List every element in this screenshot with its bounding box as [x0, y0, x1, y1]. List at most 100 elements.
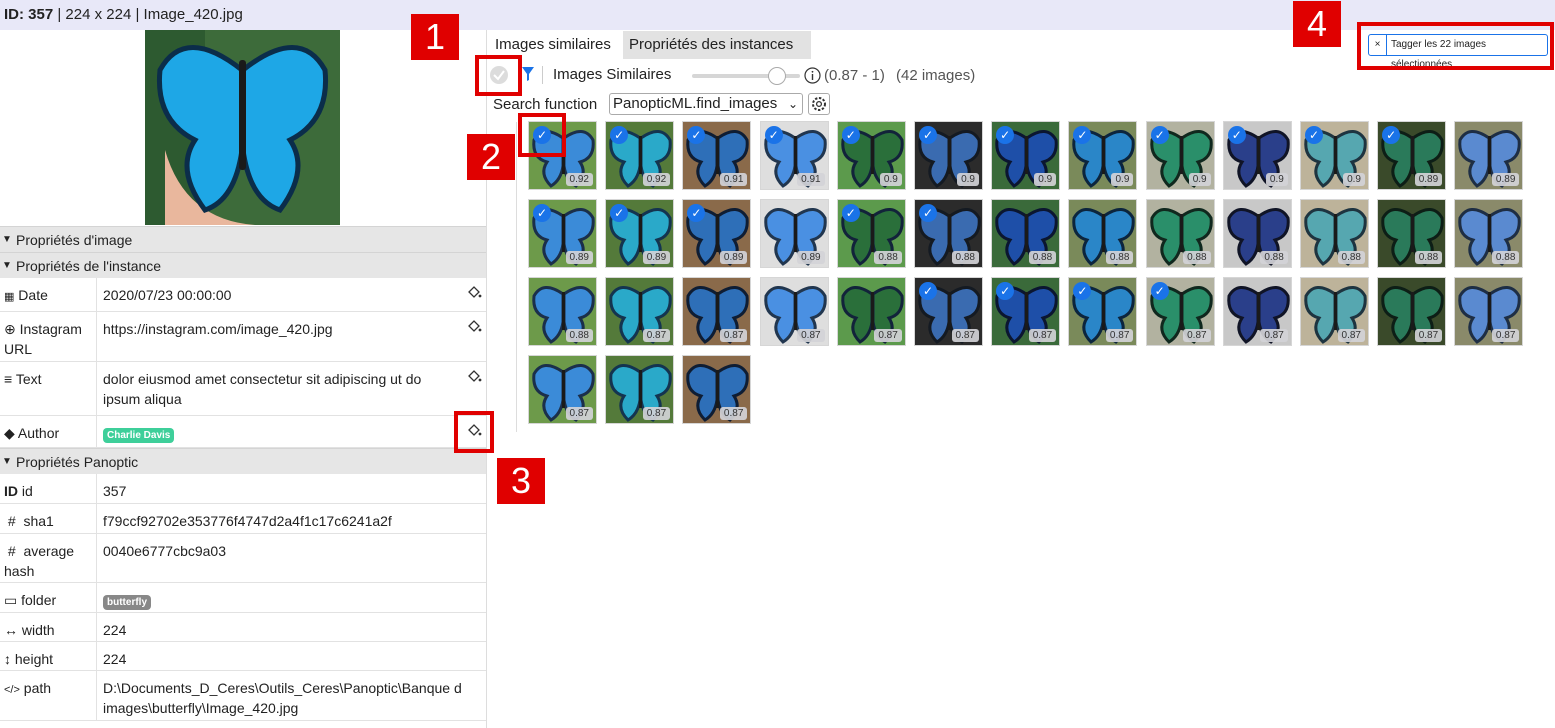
prop-row-author: ◆ Author Charlie Davis	[0, 416, 486, 448]
similarity-score: 0.87	[1260, 329, 1288, 342]
similar-image-thumbnail[interactable]: 0.88	[1145, 199, 1215, 268]
similar-image-thumbnail[interactable]: ✓ 0.87	[914, 277, 983, 346]
similarity-score: 0.9	[879, 173, 902, 186]
similar-image-thumbnail[interactable]: ✓ 0.9	[1222, 121, 1292, 190]
similar-image-thumbnail[interactable]: 0.87	[1222, 277, 1292, 346]
collapse-icon: ▼	[2, 456, 12, 467]
selected-check-icon[interactable]: ✓	[764, 126, 783, 144]
selected-check-icon[interactable]: ✓	[841, 204, 860, 222]
similar-image-thumbnail[interactable]: ✓ 0.92	[605, 121, 675, 190]
search-function-label: Search function	[493, 96, 598, 113]
similar-image-thumbnail[interactable]: ✓ 0.9	[1145, 121, 1215, 190]
similar-image-thumbnail[interactable]: 0.87	[682, 355, 752, 424]
image-count: (42 images)	[896, 67, 976, 84]
chevron-down-icon: ⌄	[787, 97, 798, 111]
similarity-score: 0.9	[1343, 173, 1365, 186]
selected-check-icon[interactable]: ✓	[1305, 126, 1323, 144]
instagram-url-value[interactable]: https://instagram.com/image_420.jpg	[96, 312, 462, 361]
prop-row-folder: ▭ folder butterfly	[0, 583, 486, 613]
similar-image-thumbnail[interactable]: 0.87	[1377, 277, 1447, 346]
similar-image-thumbnail[interactable]: 0.87	[836, 277, 906, 346]
similar-image-thumbnail[interactable]: 0.88	[1222, 199, 1292, 268]
similar-image-thumbnail[interactable]: ✓ 0.89	[528, 199, 597, 268]
paint-bucket-icon[interactable]	[466, 318, 482, 334]
selected-check-icon[interactable]: ✓	[919, 282, 937, 300]
similar-image-thumbnail[interactable]: ✓ 0.9	[1068, 121, 1138, 190]
similarity-score: 0.89	[1491, 173, 1520, 186]
selected-check-icon[interactable]: ✓	[919, 126, 937, 144]
similar-image-thumbnail[interactable]: 0.89	[1454, 121, 1524, 190]
paint-bucket-icon[interactable]	[466, 368, 482, 384]
similar-image-thumbnail[interactable]: 0.87	[605, 277, 675, 346]
tab-instance-props[interactable]: Propriétés des instances	[623, 31, 811, 59]
similar-image-thumbnail[interactable]: ✓ 0.9	[991, 121, 1061, 190]
similar-image-thumbnail[interactable]: 0.87	[682, 277, 752, 346]
similarity-score: 0.87	[719, 407, 748, 420]
settings-button[interactable]	[808, 93, 830, 115]
similar-image-thumbnail[interactable]: ✓ 0.91	[682, 121, 752, 190]
similar-image-thumbnail[interactable]: ✓ 0.9	[1300, 121, 1369, 190]
folder-tag[interactable]: butterfly	[103, 595, 151, 610]
similarity-score: 0.87	[1105, 329, 1134, 342]
filter-icon[interactable]	[521, 66, 535, 86]
similar-image-thumbnail[interactable]: 0.88	[991, 199, 1061, 268]
section-instance-props[interactable]: ▼ Propriétés de l'instance	[0, 252, 486, 278]
similarity-score: 0.87	[1414, 329, 1443, 342]
similar-image-thumbnail[interactable]: ✓ 0.88	[914, 199, 983, 268]
selected-check-icon[interactable]: ✓	[1150, 282, 1169, 300]
info-icon[interactable]	[804, 67, 821, 88]
prop-row-date: ▦ Date 2020/07/23 00:00:00	[0, 278, 486, 312]
similar-image-thumbnail[interactable]: ✓ 0.89	[1377, 121, 1447, 190]
search-function-select[interactable]: PanopticML.find_images ⌄	[609, 93, 803, 115]
similar-image-thumbnail[interactable]: 0.88	[1300, 199, 1369, 268]
width-icon: ↔	[4, 622, 18, 638]
author-value[interactable]: Charlie Davis	[96, 416, 462, 447]
section-panoptic-props[interactable]: ▼ Propriétés Panoptic	[0, 448, 486, 474]
date-value[interactable]: 2020/07/23 00:00:00	[96, 278, 462, 311]
slider-thumb[interactable]	[768, 67, 786, 85]
similar-image-thumbnail[interactable]: ✓ 0.9	[914, 121, 983, 190]
similar-image-thumbnail[interactable]: 0.87	[1454, 277, 1524, 346]
similar-image-thumbnail[interactable]: ✓ 0.89	[682, 199, 752, 268]
selected-check-icon[interactable]: ✓	[1227, 126, 1246, 144]
selected-check-icon[interactable]: ✓	[841, 126, 860, 144]
author-tag[interactable]: Charlie Davis	[103, 428, 175, 443]
similar-image-thumbnail[interactable]: 0.88	[1068, 199, 1138, 268]
similarity-score: 0.9	[1188, 173, 1211, 186]
similar-label: Images Similaires	[553, 66, 672, 83]
similar-image-thumbnail[interactable]: ✓ 0.91	[759, 121, 829, 190]
similar-image-thumbnail[interactable]: ✓ 0.87	[991, 277, 1061, 346]
similar-image-thumbnail[interactable]: 0.87	[528, 355, 597, 424]
selected-check-icon[interactable]: ✓	[533, 204, 551, 222]
similarity-slider[interactable]	[692, 67, 800, 85]
similar-image-thumbnail[interactable]: 0.87	[1300, 277, 1369, 346]
selected-check-icon[interactable]: ✓	[919, 204, 937, 222]
similar-image-thumbnail[interactable]: ✓ 0.87	[1068, 277, 1138, 346]
paint-bucket-icon[interactable]	[466, 284, 482, 300]
similar-image-thumbnail[interactable]: ✓ 0.89	[605, 199, 675, 268]
annotation-box-2	[518, 113, 566, 157]
similar-image-thumbnail[interactable]: 0.89	[759, 199, 829, 268]
similarity-range: (0.87 - 1)	[824, 67, 885, 84]
annotation-3: 3	[497, 458, 545, 504]
prop-row-instagram: ⊕ Instagram URL https://instagram.com/im…	[0, 312, 486, 362]
text-value[interactable]: dolor eiusmod amet consectetur sit adipi…	[96, 362, 462, 415]
similar-image-thumbnail[interactable]: ✓ 0.88	[836, 199, 906, 268]
similar-image-thumbnail[interactable]: 0.87	[605, 355, 675, 424]
similar-image-thumbnail[interactable]: 0.88	[528, 277, 597, 346]
similarity-score: 0.9	[1034, 173, 1057, 186]
selected-check-icon[interactable]: ✓	[1150, 126, 1169, 144]
annotation-box-4	[1357, 22, 1554, 70]
similar-image-thumbnail[interactable]: ✓ 0.87	[1145, 277, 1215, 346]
similarity-score: 0.89	[719, 251, 748, 264]
similarity-score: 0.88	[951, 251, 979, 264]
similarity-score: 0.87	[719, 329, 748, 342]
similar-image-thumbnail[interactable]: 0.87	[759, 277, 829, 346]
prop-row-id: ID id 357	[0, 474, 486, 504]
similar-image-thumbnail[interactable]: 0.88	[1454, 199, 1524, 268]
similar-image-thumbnail[interactable]: 0.88	[1377, 199, 1447, 268]
similar-image-thumbnail[interactable]: ✓ 0.9	[836, 121, 906, 190]
prop-row-height: ↕ height 224	[0, 642, 486, 671]
similarity-score: 0.9	[1265, 173, 1288, 186]
section-image-props[interactable]: ▼ Propriétés d'image	[0, 226, 486, 252]
